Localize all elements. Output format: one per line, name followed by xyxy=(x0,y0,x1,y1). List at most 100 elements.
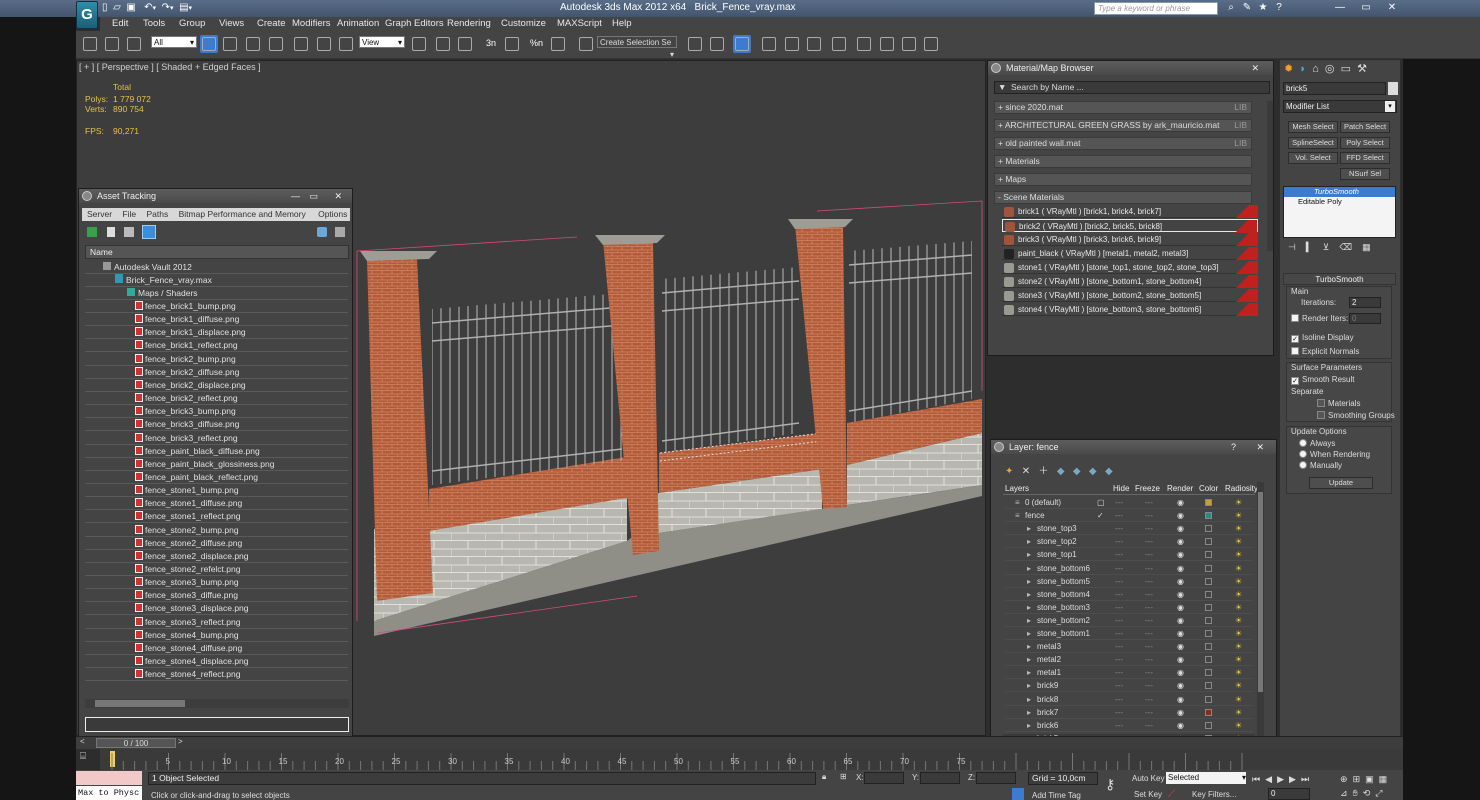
col-layers[interactable]: Layers xyxy=(1005,482,1029,495)
asset-file-row[interactable]: fence_stone1_diffuse.png xyxy=(85,497,348,511)
z-coordinate-field[interactable] xyxy=(976,772,1016,784)
layer-row[interactable]: ▸ stone_bottom4 --- --- ◉ ☀︎ xyxy=(1005,588,1253,601)
play-icon[interactable]: ▶︎ xyxy=(1277,774,1284,784)
use-pivot-center-icon[interactable] xyxy=(410,35,428,53)
hide-toggle[interactable]: --- xyxy=(1115,588,1123,601)
layer-row[interactable]: ▸ stone_top3 --- --- ◉ ☀︎ xyxy=(1005,522,1253,536)
asset-file-row[interactable]: fence_stone4_displace.png xyxy=(85,655,348,669)
when-rendering-radio-row[interactable]: When Rendering xyxy=(1299,450,1370,459)
asset-file-row[interactable]: fence_stone3_bump.png xyxy=(85,576,348,590)
name-column-header[interactable]: Name xyxy=(85,245,349,259)
menu-customize[interactable]: Customize xyxy=(501,18,546,29)
undo-icon[interactable]: ↶ xyxy=(144,2,152,13)
material-library-row[interactable]: + Maps xyxy=(994,173,1252,186)
select-and-manipulate-icon[interactable] xyxy=(434,35,452,53)
radiosity-icon[interactable]: ☀︎ xyxy=(1235,588,1242,601)
render-iterative-icon[interactable] xyxy=(922,35,940,53)
render-teapot-icon[interactable]: ◉ xyxy=(1177,679,1184,692)
render-teapot-icon[interactable]: ◉ xyxy=(1177,522,1184,535)
layer-row[interactable]: ▸ brick7 --- --- ◉ ☀︎ xyxy=(1005,706,1253,719)
mesh-select-button[interactable]: Mesh Select xyxy=(1288,121,1338,133)
hide-toggle[interactable]: --- xyxy=(1115,640,1123,653)
stack-item-editable-poly[interactable]: Editable Poly xyxy=(1284,197,1395,207)
configure-sets-icon[interactable]: ▦ xyxy=(1362,242,1371,252)
mini-curve-editor-icon[interactable]: ⌸ xyxy=(80,751,98,765)
isoline-display-checkbox[interactable]: ✓ xyxy=(1291,335,1299,343)
maximize-viewport-icon[interactable]: ⤢ xyxy=(1375,788,1382,798)
search-input[interactable]: Type a keyword or phrase xyxy=(1094,2,1218,15)
active-layer-check-icon[interactable]: ✓ xyxy=(1097,509,1104,522)
scene-material-row[interactable]: paint_black ( VRayMtl ) [metal1, metal2,… xyxy=(1002,247,1258,260)
spinner-snap-icon[interactable] xyxy=(549,35,567,53)
layer-color-swatch[interactable] xyxy=(1205,538,1212,546)
pan-icon[interactable]: ✋︎ xyxy=(1353,788,1358,798)
freeze-toggle[interactable]: --- xyxy=(1145,522,1153,535)
layer-row[interactable]: ▸ stone_bottom2 --- --- ◉ ☀︎ xyxy=(1005,614,1253,627)
asset-file-row[interactable]: fence_brick3_bump.png xyxy=(85,405,348,419)
scene-material-row[interactable]: brick2 ( VRayMtl ) [brick2, brick5, bric… xyxy=(1002,219,1258,233)
render-teapot-icon[interactable]: ◉ xyxy=(1177,575,1184,588)
asset-file-row[interactable]: fence_brick2_reflect.png xyxy=(85,392,348,406)
layer-color-swatch[interactable] xyxy=(1205,603,1212,611)
asset-file-row[interactable]: fence_paint_black_glossiness.png xyxy=(85,458,348,471)
next-frame-icon[interactable]: > xyxy=(178,737,183,746)
layer-color-swatch[interactable] xyxy=(1205,616,1212,624)
highlight-layer-icon[interactable]: ◆ xyxy=(1073,466,1081,477)
explicit-normals-row[interactable]: Explicit Normals xyxy=(1291,347,1359,356)
asset-file-row[interactable]: fence_stone1_reflect.png xyxy=(85,510,348,524)
vol-select-button[interactable]: Vol. Select xyxy=(1288,152,1338,164)
hide-toggle[interactable]: --- xyxy=(1115,627,1123,640)
asset-file-row[interactable]: fence_brick1_displace.png xyxy=(85,326,348,340)
asset-file-row[interactable]: fence_brick2_bump.png xyxy=(85,353,348,366)
freeze-toggle[interactable]: --- xyxy=(1145,693,1153,706)
app-menu-logo[interactable]: G xyxy=(76,1,98,29)
asset-menu-server[interactable]: Server xyxy=(87,209,112,219)
x-coordinate-field[interactable] xyxy=(864,772,904,784)
asset-menu-file[interactable]: File xyxy=(122,209,136,219)
freeze-toggle[interactable]: --- xyxy=(1145,588,1153,601)
hide-toggle[interactable]: --- xyxy=(1115,509,1123,522)
material-browser-titlebar[interactable]: Material/Map Browser ✕ xyxy=(988,61,1273,75)
render-iters-row[interactable]: Render Iters: xyxy=(1291,314,1348,323)
col-render[interactable]: Render xyxy=(1167,482,1193,495)
angle-snap-icon[interactable] xyxy=(503,35,521,53)
menu-maxscript[interactable]: MAXScript xyxy=(557,18,602,29)
layer-scrollbar-thumb[interactable] xyxy=(1258,492,1263,692)
render-teapot-icon[interactable]: ◉ xyxy=(1177,627,1184,640)
align-icon[interactable] xyxy=(708,35,726,53)
layer-row[interactable]: ≡ fence ✓ --- --- ◉ ☀︎ xyxy=(1005,509,1253,523)
material-search-input[interactable]: ▼ Search by Name ... xyxy=(994,81,1270,94)
material-library-row[interactable]: + old painted wall.mat LIB xyxy=(994,137,1252,150)
show-end-result-icon[interactable]: ▍ xyxy=(1306,242,1313,252)
select-and-rotate-icon[interactable] xyxy=(315,35,333,53)
layer-color-swatch[interactable] xyxy=(1205,669,1212,677)
hide-toggle[interactable]: --- xyxy=(1115,562,1123,575)
materials-row[interactable]: Materials xyxy=(1317,399,1360,408)
scene-material-row[interactable]: stone3 ( VRayMtl ) [stone_bottom2, stone… xyxy=(1002,289,1258,302)
always-radio[interactable] xyxy=(1299,439,1307,447)
layer-color-swatch[interactable] xyxy=(1205,643,1212,651)
add-time-tag[interactable]: Add Time Tag xyxy=(1032,791,1081,800)
menu-animation[interactable]: Animation xyxy=(337,18,379,29)
poly-select-button[interactable]: Poly Select xyxy=(1340,137,1390,149)
hierarchy-tab-icon[interactable]: ⌂ xyxy=(1312,63,1319,75)
hide-toggle[interactable]: --- xyxy=(1115,666,1123,679)
layer-color-swatch[interactable] xyxy=(1205,512,1212,520)
hide-toggle[interactable]: --- xyxy=(1115,706,1123,719)
redo-icon[interactable]: ↷ xyxy=(162,2,170,13)
new-icon[interactable]: ▯ xyxy=(102,2,108,13)
next-frame-playback-icon[interactable]: ▶︎ xyxy=(1289,774,1296,784)
scene-file-node[interactable]: Brick_Fence_vray.max xyxy=(85,274,348,287)
window-crossing-icon[interactable] xyxy=(267,35,285,53)
nsurf-sel-button[interactable]: NSurf Sel xyxy=(1340,168,1390,180)
asset-file-row[interactable]: fence_brick3_diffuse.png xyxy=(85,418,348,432)
radiosity-icon[interactable]: ☀︎ xyxy=(1235,706,1242,719)
layer-color-swatch[interactable] xyxy=(1205,682,1212,690)
asset-close-icon[interactable]: ✕ xyxy=(334,189,342,203)
material-library-row[interactable]: - Scene Materials xyxy=(994,191,1252,204)
menu-help[interactable]: Help xyxy=(612,18,632,29)
radiosity-icon[interactable]: ☀︎ xyxy=(1235,601,1242,614)
asset-file-row[interactable]: fence_brick1_bump.png xyxy=(85,300,348,313)
freeze-toggle[interactable]: --- xyxy=(1145,601,1153,614)
freeze-toggle[interactable]: --- xyxy=(1145,706,1153,719)
